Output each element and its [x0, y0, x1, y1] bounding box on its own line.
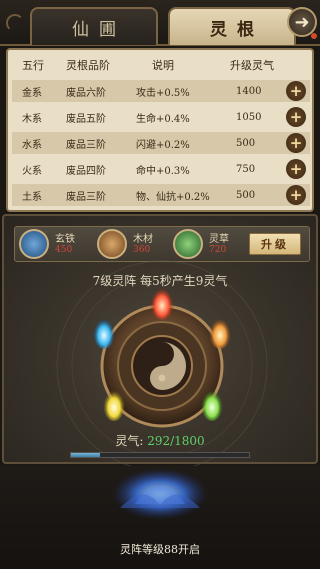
header-element: 五行 — [22, 59, 44, 72]
table-row-water: 水系 废品三阶 闪避+0.2% 500 + — [12, 132, 310, 154]
row-grade: 废品六阶 — [66, 87, 106, 99]
right-arrow-icon: ➜ — [294, 11, 310, 33]
row-cost: 1050 — [236, 111, 262, 123]
spirit-root-table: 五行 灵根品阶 说明 升级灵气 金系 废品六阶 攻击+0.5% 1400 + 木… — [6, 48, 314, 212]
row-description: 物、仙抗+0.2% — [136, 191, 210, 203]
qi-progress-fill — [71, 453, 100, 457]
header-description: 说明 — [152, 59, 174, 72]
qi-progress-bar — [70, 452, 250, 458]
spirit-formation-panel: 玄铁 450 木材 360 灵草 720 升级 — [2, 214, 318, 466]
row-cost: 750 — [236, 163, 256, 175]
tab-bar: 仙圃 灵根 ➜ — [0, 0, 320, 46]
row-description: 生命+0.4% — [136, 113, 190, 125]
corner-curl-ornament — [6, 14, 24, 32]
row-cost: 500 — [236, 137, 256, 149]
tab-spirit-root[interactable]: 灵根 — [168, 7, 296, 45]
upgrade-plus-button-wood[interactable]: + — [286, 107, 306, 127]
row-grade: 废品四阶 — [66, 165, 106, 177]
table-row-wood: 木系 废品五阶 生命+0.4% 1050 + — [12, 106, 310, 128]
table-header: 五行 灵根品阶 说明 升级灵气 — [8, 50, 312, 80]
row-element: 水系 — [22, 139, 42, 151]
upgrade-plus-button-water[interactable]: + — [286, 133, 306, 153]
row-description: 闪避+0.2% — [136, 139, 190, 151]
header-upgrade-cost: 升级灵气 — [230, 59, 274, 72]
upgrade-plus-button-metal[interactable]: + — [286, 81, 306, 101]
row-element: 金系 — [22, 87, 42, 99]
table-row-metal: 金系 废品六阶 攻击+0.5% 1400 + — [12, 80, 310, 102]
qi-label: 灵气: — [115, 434, 144, 448]
row-description: 命中+0.3% — [136, 165, 190, 177]
row-element: 土系 — [22, 191, 42, 203]
table-row-earth: 土系 废品三阶 物、仙抗+0.2% 500 + — [12, 184, 310, 206]
row-cost: 500 — [236, 189, 256, 201]
row-cost: 1400 — [236, 85, 262, 97]
qi-readout: 灵气: 292/1800 — [0, 432, 320, 449]
table-row-fire: 火系 废品四阶 命中+0.3% 750 + — [12, 158, 310, 180]
row-description: 攻击+0.5% — [136, 87, 190, 99]
row-element: 木系 — [22, 113, 42, 125]
row-grade: 废品五阶 — [66, 113, 106, 125]
tab-garden[interactable]: 仙圃 — [30, 7, 158, 45]
row-element: 火系 — [22, 165, 42, 177]
qi-value: 292/1800 — [147, 434, 205, 448]
upgrade-plus-button-earth[interactable]: + — [286, 185, 306, 205]
unlock-requirement-text: 灵阵等级88开启 — [120, 543, 200, 556]
formation-disc-art — [56, 260, 268, 466]
notification-dot — [311, 33, 317, 39]
row-grade: 废品三阶 — [66, 191, 106, 203]
upgrade-plus-button-fire[interactable]: + — [286, 159, 306, 179]
formation-rate-text: 7级灵阵 每5秒产生9灵气 — [92, 274, 228, 288]
row-grade: 废品三阶 — [66, 139, 106, 151]
header-grade: 灵根品阶 — [66, 59, 110, 72]
next-arrow-button[interactable]: ➜ — [287, 7, 317, 39]
